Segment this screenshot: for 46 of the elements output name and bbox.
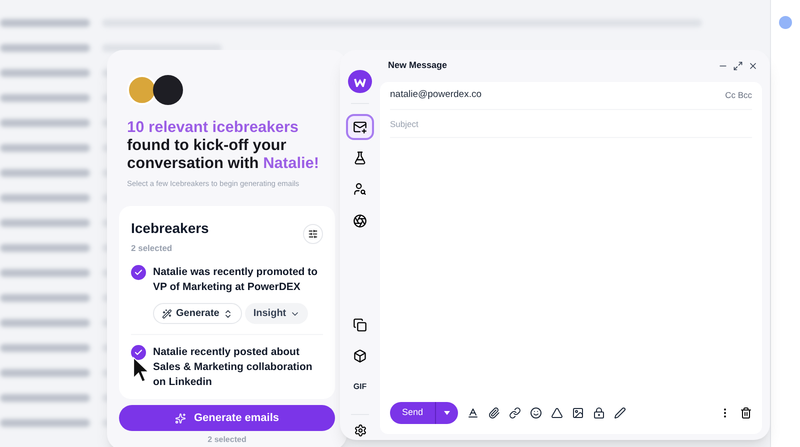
icebreaker-text: Natalie recently posted about Sales & Marketing collaboration on Linkedin [153, 345, 314, 390]
logo-avatar [153, 75, 183, 105]
settings-icon [354, 424, 366, 437]
cursor-icon [133, 356, 149, 384]
icebreaker-text: Natalie was recently promoted to VP of Marketing at PowerDEX [153, 265, 319, 295]
headline: 10 relevant icebreakers found to kick-off your conversation with Natalie! [126, 119, 320, 173]
link-icon[interactable] [509, 407, 522, 419]
card-title: Icebreakers [131, 219, 209, 238]
triangle-icon[interactable] [551, 407, 564, 419]
smiley-icon[interactable] [530, 407, 542, 419]
lock-icon[interactable] [593, 407, 606, 419]
selected-count: 2 selected [131, 242, 174, 255]
recipient-field[interactable]: natalie@powerdex.co [390, 88, 482, 103]
generate-emails-button[interactable]: Generate emails [119, 405, 335, 431]
image-icon[interactable] [572, 407, 584, 419]
close-icon[interactable] [748, 61, 758, 71]
cc-bcc-link[interactable]: Cc Bcc [725, 89, 752, 102]
paperclip-icon[interactable] [488, 407, 500, 419]
flask-icon [353, 151, 367, 166]
generate-select[interactable]: Generate [153, 303, 242, 324]
avatar-placeholder [127, 75, 157, 105]
pen-icon[interactable] [614, 407, 626, 419]
app-logo-icon [348, 70, 372, 94]
generate-caption: 2 selected [206, 434, 248, 446]
cube-icon [353, 348, 367, 363]
insight-dropdown[interactable]: Insight [245, 303, 308, 324]
window-title: New Message [388, 59, 448, 72]
user-search-icon [353, 182, 367, 196]
gif-button[interactable]: GIF [346, 374, 374, 400]
send-button[interactable]: Send [390, 402, 458, 424]
mail-plus-icon [353, 120, 367, 134]
wand-icon [162, 308, 172, 318]
checkbox[interactable] [131, 265, 146, 280]
filter-button[interactable] [303, 224, 323, 244]
subject-field[interactable]: Subject [390, 110, 752, 138]
sliders-icon [308, 229, 318, 240]
check-icon [134, 268, 143, 277]
maximize-icon[interactable] [733, 61, 743, 71]
mail-plus-button[interactable] [346, 114, 374, 140]
aperture-icon [353, 214, 367, 228]
trash-icon[interactable] [740, 407, 752, 419]
check-icon [134, 348, 143, 357]
copy-icon [353, 318, 367, 332]
sparkles-icon [175, 412, 186, 424]
up-down-icon [223, 308, 234, 318]
text-format-icon[interactable] [467, 407, 480, 419]
